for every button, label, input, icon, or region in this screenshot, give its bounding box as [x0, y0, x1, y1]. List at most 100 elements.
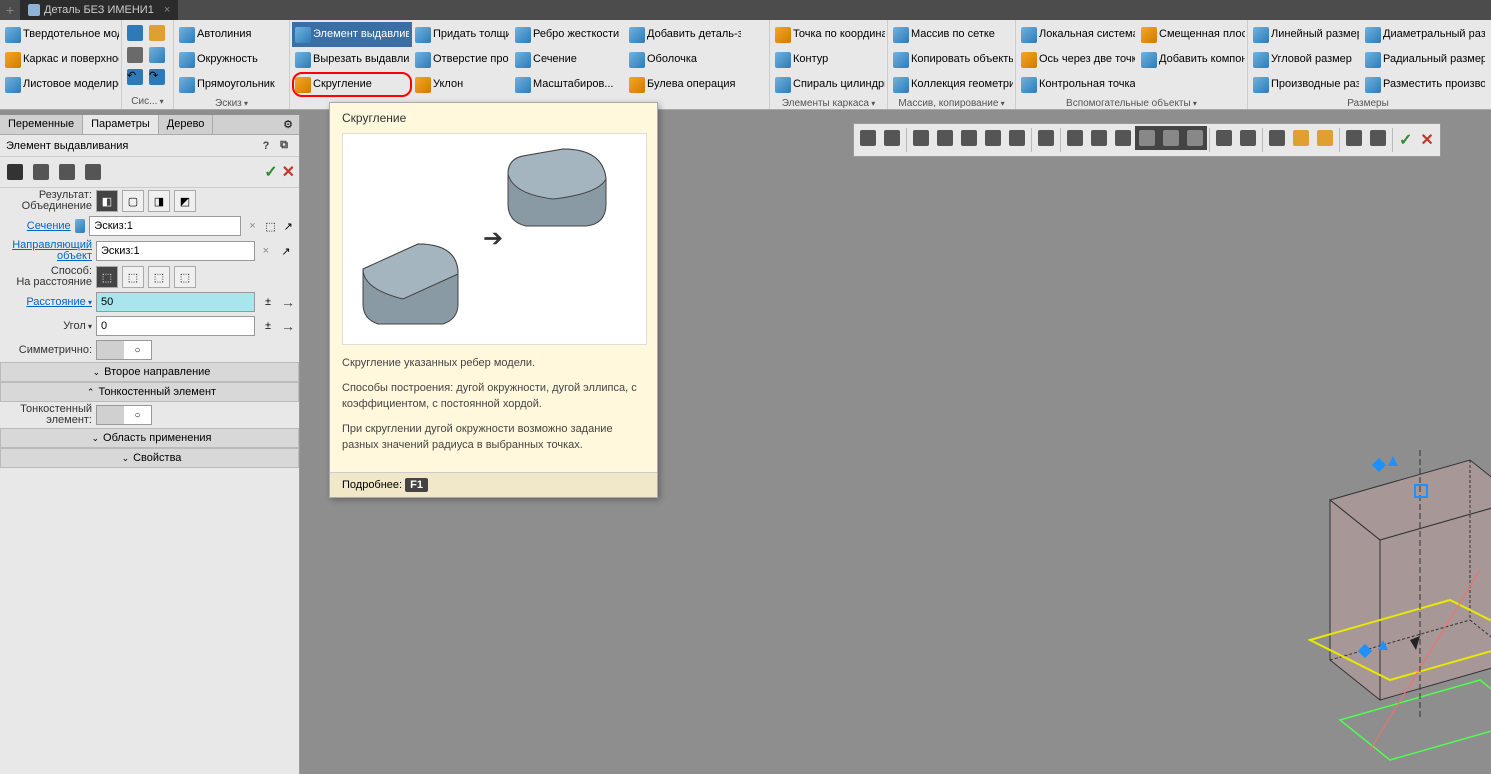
vt-16[interactable] [1313, 126, 1337, 150]
vt-7[interactable] [1005, 126, 1029, 150]
guide-input[interactable] [96, 241, 255, 261]
aux-ctrlpoint[interactable]: Контрольная точка [1018, 72, 1138, 97]
section-pick2[interactable]: ↗ [281, 217, 295, 235]
document-tab[interactable]: Деталь БЕЗ ИМЕНИ1 × [20, 0, 178, 20]
section-properties[interactable]: ⌄Свойства [0, 448, 299, 468]
dim-radial[interactable]: Радиальный размер [1362, 47, 1488, 72]
curve-point[interactable]: Точка по координатам [772, 22, 888, 47]
mode-wireframe[interactable]: Каркас и поверхности [2, 47, 122, 72]
method-2[interactable]: ⬚ [122, 266, 144, 288]
sketch-autoline[interactable]: Автолиния [176, 22, 287, 47]
vt-display-3[interactable] [1183, 126, 1207, 150]
angle-input[interactable] [96, 316, 255, 336]
new-tab-plus[interactable]: + [0, 2, 20, 18]
array-grid[interactable]: Массив по сетке [890, 22, 1016, 47]
feat-hole[interactable]: Отверстие простое [412, 47, 512, 72]
intersect-mode[interactable]: ◨ [148, 190, 170, 212]
aux-lcs[interactable]: Локальная система коорд... [1018, 22, 1138, 47]
guide-pick[interactable]: ↗ [277, 242, 295, 260]
vt-12[interactable] [1212, 126, 1236, 150]
angle-stepper[interactable]: ± [259, 317, 277, 335]
dim-derived[interactable]: Производные размеры [1250, 72, 1362, 97]
section-input[interactable] [89, 216, 241, 236]
clear-guide[interactable]: × [259, 245, 273, 257]
vt-8[interactable] [1034, 126, 1058, 150]
feat-cut-extrude[interactable]: Вырезать выдавливанием [292, 47, 412, 72]
apply-button[interactable]: ✓ [264, 162, 277, 182]
method-1[interactable]: ⬚ [96, 266, 118, 288]
section-second-direction[interactable]: ⌄Второе направление [0, 362, 299, 382]
group-title-array[interactable]: Массив, копирование [890, 97, 1013, 109]
tree-toggle-icon[interactable]: ⧉ [275, 139, 293, 152]
preview-button[interactable] [146, 44, 168, 66]
dim-linear[interactable]: Линейный размер [1250, 22, 1362, 47]
redo-button[interactable]: ↷ [146, 66, 168, 88]
vt-2[interactable] [880, 126, 904, 150]
vt-5[interactable] [957, 126, 981, 150]
distance-direction[interactable]: → [281, 294, 295, 310]
print-button[interactable] [124, 44, 146, 66]
vt-18[interactable] [1366, 126, 1390, 150]
group-title-aux[interactable]: Вспомогательные объекты [1018, 97, 1245, 109]
feat-scale[interactable]: Масштабиров... [512, 72, 626, 97]
dim-place-derived[interactable]: Разместить производные... [1362, 72, 1488, 97]
open-button[interactable] [146, 22, 168, 44]
vt-6[interactable] [981, 126, 1005, 150]
vt-4[interactable] [933, 126, 957, 150]
dim-diameter[interactable]: Диаметральный размер [1362, 22, 1488, 47]
vt-1[interactable] [856, 126, 880, 150]
union-mode[interactable]: ◧ [96, 190, 118, 212]
feat-rib[interactable]: Ребро жесткости [512, 22, 626, 47]
section-pick1[interactable]: ⬚ [264, 217, 278, 235]
mode-sheet[interactable]: Листовое моделирование [2, 72, 122, 97]
clear-section[interactable]: × [245, 220, 259, 232]
aux-axis[interactable]: Ось через две точки [1018, 47, 1138, 72]
method-3[interactable]: ⬚ [148, 266, 170, 288]
array-copy[interactable]: Копировать объекты [890, 47, 1016, 72]
tab-variables[interactable]: Переменные [0, 115, 83, 134]
feat-thicken[interactable]: Придать толщину [412, 22, 512, 47]
mode-solid[interactable]: Твердотельное моделирование [2, 22, 122, 47]
section-scope[interactable]: ⌄Область применения [0, 428, 299, 448]
angle-direction[interactable]: → [281, 318, 295, 334]
vt-10[interactable] [1087, 126, 1111, 150]
subtract-mode[interactable]: ▢ [122, 190, 144, 212]
feat-boolean[interactable]: Булева операция [626, 72, 744, 97]
dim-angular[interactable]: Угловой размер [1250, 47, 1362, 72]
feat-shell[interactable]: Оболочка [626, 47, 744, 72]
array-collection[interactable]: Коллекция геометрии [890, 72, 1016, 97]
feat-extrude[interactable]: Элемент выдавливания [292, 22, 412, 47]
curve-contour[interactable]: Контур [772, 47, 888, 72]
vt-14[interactable] [1265, 126, 1289, 150]
vt-13[interactable] [1236, 126, 1260, 150]
cancel-button[interactable]: ✕ [282, 162, 295, 182]
vt-cancel[interactable]: ✕ [1416, 126, 1437, 154]
tab-parameters[interactable]: Параметры [83, 115, 159, 134]
aux-plane[interactable]: Смещенная плоскость [1138, 22, 1248, 47]
vt-9[interactable] [1063, 126, 1087, 150]
distance-stepper[interactable]: ± [259, 293, 277, 311]
vt-3[interactable] [909, 126, 933, 150]
group-title-curve[interactable]: Элементы каркаса [772, 97, 885, 109]
vt-display-2[interactable] [1159, 126, 1183, 150]
sketch-circle[interactable]: Окружность [176, 47, 287, 72]
new-mode[interactable]: ◩ [174, 190, 196, 212]
vt-apply[interactable]: ✓ [1395, 126, 1416, 154]
section-label[interactable]: Сечение [4, 221, 71, 232]
aux-addcomp[interactable]: Добавить компоновочн... [1138, 47, 1248, 72]
feat-section[interactable]: Сечение [512, 47, 626, 72]
distance-input[interactable] [96, 292, 255, 312]
undo-button[interactable]: ↶ [124, 66, 146, 88]
panel-tool-3[interactable] [56, 161, 78, 183]
save-button[interactable] [124, 22, 146, 44]
group-title-system[interactable]: Сис... [124, 95, 171, 109]
feat-fillet[interactable]: Скругление [292, 72, 412, 97]
vt-15[interactable] [1289, 126, 1313, 150]
distance-label[interactable]: Расстояние [4, 297, 92, 308]
angle-label[interactable]: Угол [4, 321, 92, 332]
panel-tool-1[interactable] [4, 161, 26, 183]
group-title-sketch[interactable]: Эскиз [176, 97, 287, 109]
curve-helix[interactable]: Спираль цилиндрическ... [772, 72, 888, 97]
panel-tool-4[interactable] [82, 161, 104, 183]
guide-label[interactable]: Направляющий объект [4, 240, 92, 262]
